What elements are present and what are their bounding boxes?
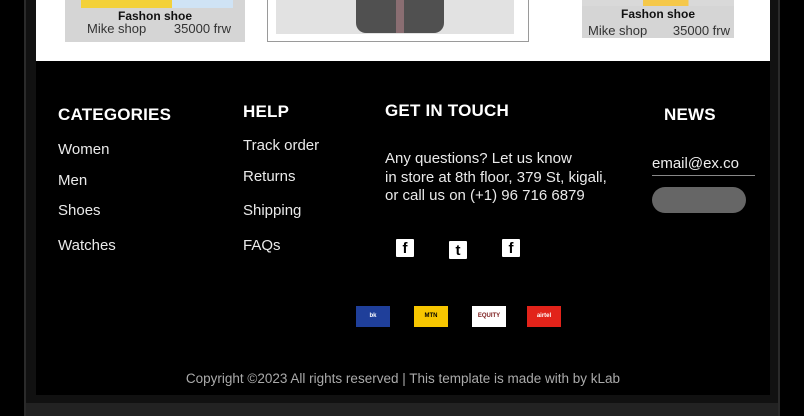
contact-line: or call us on (+1) 96 716 6879: [385, 187, 585, 204]
mtn-logo: MTN: [414, 306, 448, 327]
twitter-icon[interactable]: t: [449, 241, 467, 259]
airtel-logo: airtel: [527, 306, 561, 327]
help-link-shipping[interactable]: Shipping: [243, 202, 301, 219]
product-card-image[interactable]: [267, 0, 529, 42]
product-image: [81, 0, 233, 8]
category-link-watches[interactable]: Watches: [58, 237, 116, 254]
product-image: [276, 0, 514, 34]
product-strip: Fashon shoe Mike shop 35000 frw Fashon s…: [36, 0, 770, 61]
product-shop: Mike shop: [588, 23, 648, 38]
categories-heading: CATEGORIES: [58, 105, 172, 124]
product-image: [582, 0, 734, 6]
help-link-returns[interactable]: Returns: [243, 168, 296, 185]
product-card[interactable]: Fashon shoe Mike shop 35000 frw: [582, 0, 734, 38]
facebook-icon[interactable]: f: [502, 239, 520, 257]
equity-logo: EQUITY: [472, 306, 506, 327]
help-link-track-order[interactable]: Track order: [243, 137, 319, 154]
help-link-faqs[interactable]: FAQs: [243, 237, 281, 254]
category-link-women[interactable]: Women: [58, 141, 109, 158]
category-link-men[interactable]: Men: [58, 172, 87, 189]
copyright-text: Copyright ©2023 All rights reserved | Th…: [185, 371, 621, 386]
email-field[interactable]: email@ex.co: [652, 155, 755, 176]
bottom-bar: [26, 403, 778, 416]
contact-line: Any questions? Let us know: [385, 150, 572, 167]
product-shop: Mike shop: [87, 21, 147, 36]
product-card[interactable]: Fashon shoe Mike shop 35000 frw: [65, 0, 245, 42]
bk-logo: bk: [356, 306, 390, 327]
subscribe-button[interactable]: [652, 187, 746, 213]
contact-line: in store at 8th floor, 379 St, kigali,: [385, 169, 607, 186]
site-footer: CATEGORIES Women Men Shoes Watches HELP …: [36, 61, 770, 395]
facebook-icon[interactable]: f: [396, 239, 414, 257]
product-title: Fashon shoe: [620, 7, 695, 21]
news-heading: NEWS: [664, 105, 716, 124]
product-price: 35000 frw: [672, 23, 730, 38]
category-link-shoes[interactable]: Shoes: [58, 202, 101, 219]
coat-illustration: [356, 0, 444, 33]
contact-heading: GET IN TOUCH: [385, 101, 509, 120]
product-price: 35000 frw: [173, 21, 231, 36]
help-heading: HELP: [243, 102, 290, 121]
